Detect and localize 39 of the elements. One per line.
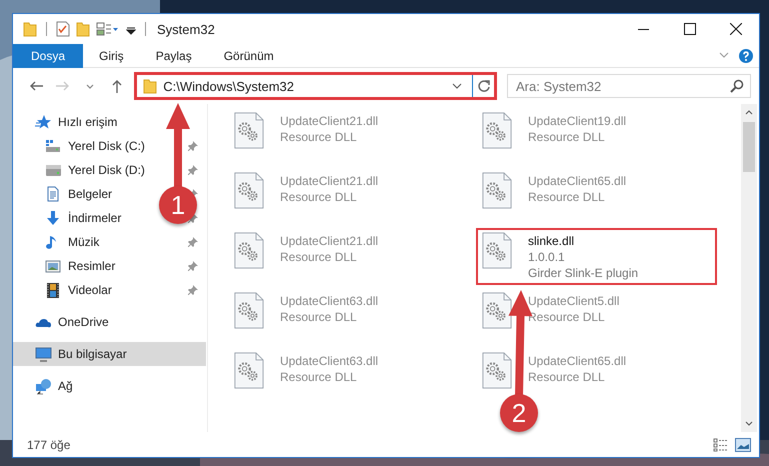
file-description: Resource DLL — [280, 249, 358, 265]
file-description: Resource DLL — [280, 129, 358, 145]
file-name: UpdateClient63.dll — [280, 293, 378, 309]
file-description: Resource DLL — [280, 309, 358, 325]
file-name: slinke.dll — [528, 233, 576, 249]
address-field[interactable]: C:\Windows\System32 — [136, 74, 495, 98]
nav-item[interactable]: Yerel Disk (C:) — [13, 134, 206, 158]
file-description: Resource DLL — [280, 369, 358, 385]
file-name: UpdateClient21.dll — [280, 113, 378, 129]
file-description: Resource DLL — [528, 369, 606, 385]
ribbon-tab[interactable]: Paylaş — [140, 44, 208, 68]
address-path: C:\Windows\System32 — [163, 78, 296, 94]
ribbon-tab[interactable]: Dosya — [13, 44, 84, 68]
ribbon-tab[interactable]: Giriş — [83, 44, 140, 68]
file-description: Girder Slink-E plugin — [528, 265, 638, 281]
file-description: Resource DLL — [280, 189, 358, 205]
file-description: Resource DLL — [528, 189, 606, 205]
nav-item[interactable]: Ağ — [13, 374, 206, 398]
file-name: UpdateClient21.dll — [280, 173, 378, 189]
nav-item[interactable]: OneDrive — [13, 310, 206, 334]
file-name: UpdateClient63.dll — [280, 353, 378, 369]
file-name: UpdateClient5.dll — [528, 293, 620, 309]
file-name: UpdateClient65.dll — [528, 353, 626, 369]
nav-item[interactable]: Bu bilgisayar — [13, 342, 206, 366]
file-description: Resource DLL — [528, 309, 606, 325]
window-title: System32 — [157, 22, 215, 36]
file-name: UpdateClient21.dll — [280, 233, 378, 249]
nav-item[interactable]: Müzik — [13, 230, 206, 254]
search-field[interactable]: Ara: System32 — [507, 74, 751, 98]
file-version: 1.0.0.1 — [528, 249, 566, 265]
file-tile[interactable]: slinke.dll 1.0.0.1 Girder Slink-E plugin — [478, 230, 715, 283]
nav-item[interactable]: Videolar — [13, 278, 206, 302]
file-name: UpdateClient19.dll — [528, 113, 626, 129]
nav-item[interactable]: Hızlı erişim — [13, 110, 206, 134]
nav-item[interactable]: Resimler — [13, 254, 206, 278]
item-count: 177 öğe — [27, 438, 70, 452]
ribbon-tab[interactable]: Görünüm — [208, 44, 290, 68]
file-description: Resource DLL — [528, 129, 606, 145]
file-name: UpdateClient65.dll — [528, 173, 626, 189]
